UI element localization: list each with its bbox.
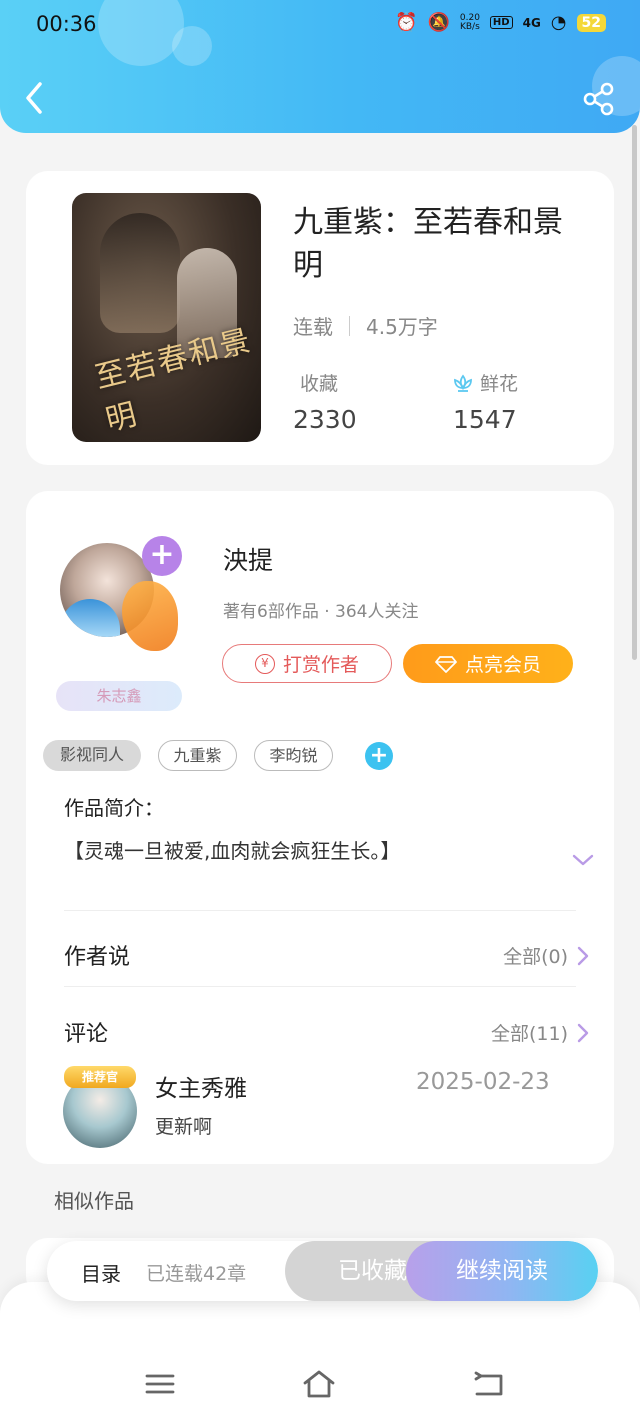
- book-cover[interactable]: 至若春和景明: [72, 193, 261, 442]
- avatar-name-plate: 朱志鑫: [56, 681, 182, 711]
- mute-icon: 🔕: [427, 12, 450, 33]
- vip-label: 点亮会员: [464, 654, 541, 676]
- tip-author-label: 打赏作者: [282, 654, 359, 676]
- chevron-left-icon: [26, 82, 42, 114]
- decor-bubble: [98, 0, 184, 66]
- expand-intro-button[interactable]: [571, 848, 595, 872]
- author-detail-card: + 朱志鑫 泱提 著有6部作品 · 364人关注 ¥ 打赏作者 点亮会员 影视同…: [26, 491, 614, 1164]
- network-type: 4G: [522, 15, 541, 30]
- word-count: 4.5万字: [366, 315, 438, 339]
- wifi-icon: ◔: [550, 12, 567, 33]
- tag-item[interactable]: 影视同人: [43, 740, 141, 771]
- home-icon: [303, 1370, 335, 1398]
- divider: [64, 986, 576, 987]
- continue-reading-button[interactable]: 继续阅读: [406, 1241, 598, 1301]
- comments-more-label: 全部(11): [490, 1023, 568, 1045]
- decor-bubble: [172, 26, 212, 66]
- book-title: 九重紫：至若春和景明: [293, 205, 563, 283]
- intro-text: 【灵魂一旦被爱,血肉就会疯狂生长。】: [64, 839, 401, 863]
- comments-more-link[interactable]: 全部(11): [491, 1019, 590, 1046]
- net-speed: 0.20 KB/s: [459, 13, 480, 32]
- tag-item[interactable]: 九重紫: [158, 740, 237, 771]
- net-speed-unit: KB/s: [459, 21, 480, 32]
- intro-label: 作品简介：: [64, 796, 164, 820]
- avatar-frame-koi: [122, 581, 178, 651]
- menu-icon: [145, 1374, 175, 1394]
- alarm-icon: ⏰: [395, 12, 418, 33]
- flowers-stat[interactable]: 鲜花: [452, 369, 518, 396]
- status-icons: ⏰ 🔕 0.20 KB/s HD 4G ◔ 52: [395, 12, 606, 33]
- flowers-value: 1547: [453, 405, 517, 434]
- nav-menu-button[interactable]: [143, 1367, 177, 1401]
- author-says-more-link[interactable]: 全部(0): [503, 942, 590, 969]
- meta-divider: [349, 315, 350, 336]
- coin-icon: ¥: [254, 653, 275, 674]
- back-arrow-icon: [474, 1371, 503, 1396]
- chevron-down-icon: [572, 854, 594, 866]
- tag-item[interactable]: 李昀锐: [254, 740, 333, 771]
- favorites-label: 收藏: [300, 373, 339, 395]
- top-header: 00:36 ⏰ 🔕 0.20 KB/s HD 4G ◔ 52: [0, 0, 640, 133]
- author-says-label: 作者说: [64, 945, 131, 970]
- toc-button[interactable]: 目录: [81, 1258, 121, 1287]
- author-says-more-label: 全部(0): [503, 946, 568, 968]
- status-time: 00:36: [36, 12, 97, 36]
- similar-works-heading: 相似作品: [54, 1189, 134, 1213]
- book-meta: 连载 4.5万字: [293, 311, 438, 340]
- tip-author-button[interactable]: ¥ 打赏作者: [222, 644, 392, 683]
- nav-home-button[interactable]: [302, 1367, 336, 1401]
- avatar-frame-wave: [60, 599, 120, 637]
- nav-back-button[interactable]: [472, 1367, 506, 1401]
- diamond-icon: [435, 655, 457, 673]
- back-button[interactable]: [20, 78, 50, 118]
- cover-figure: [100, 213, 180, 333]
- battery-indicator: 52: [576, 13, 606, 32]
- lotus-icon: [454, 373, 472, 392]
- share-button[interactable]: [582, 82, 616, 116]
- book-info-card: 至若春和景明 九重紫：至若春和景明 连载 4.5万字 收藏 2330 鲜花 15…: [26, 171, 614, 465]
- chapter-count[interactable]: 已连载42章: [146, 1259, 246, 1286]
- book-status: 连载: [293, 315, 333, 339]
- scrollbar[interactable]: [632, 125, 637, 660]
- reading-action-bar: 目录 已连载42章 已收藏 继续阅读: [47, 1241, 598, 1301]
- share-icon: [583, 82, 614, 116]
- add-tag-button[interactable]: +: [365, 742, 393, 770]
- hd-badge: HD: [489, 16, 513, 29]
- author-stats: 著有6部作品 · 364人关注: [223, 602, 419, 622]
- follow-author-button[interactable]: +: [142, 536, 182, 576]
- favorites-value: 2330: [293, 405, 357, 434]
- chevron-right-icon: [577, 1023, 589, 1042]
- flowers-label: 鲜花: [480, 373, 519, 395]
- comment-text[interactable]: 更新啊: [155, 1112, 212, 1139]
- cover-title-art: 至若春和景明: [91, 323, 256, 439]
- vip-button[interactable]: 点亮会员: [403, 644, 573, 683]
- comment-date: 2025-02-23: [416, 1069, 550, 1095]
- commenter-name[interactable]: 女主秀雅: [155, 1069, 247, 1103]
- chevron-right-icon: [577, 946, 589, 965]
- divider: [64, 910, 576, 911]
- recommender-badge: 推荐官: [64, 1066, 136, 1088]
- comments-label: 评论: [64, 1022, 109, 1047]
- author-name[interactable]: 泱提: [223, 541, 273, 577]
